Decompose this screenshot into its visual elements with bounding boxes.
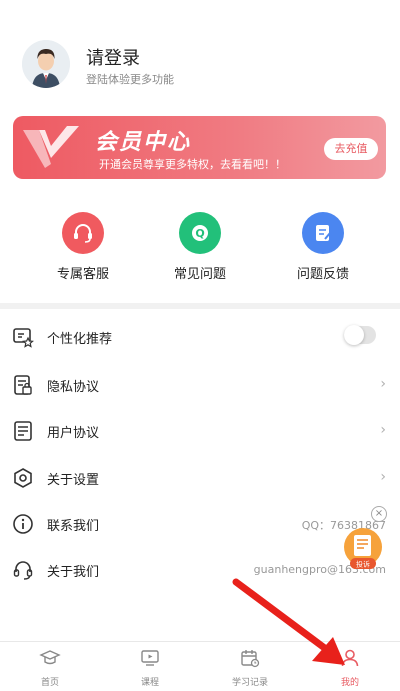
vip-title: 会员中心 [95,130,192,155]
quick-action-faq[interactable]: Q 常见问题 [155,212,245,282]
tab-course[interactable]: 课程 [100,648,200,688]
settings-row-personalized[interactable]: 个性化推荐 [0,314,400,360]
login-title[interactable]: 请登录 [86,44,140,70]
settings-row-about-settings[interactable]: 关于设置 › [0,455,400,501]
settings-row-label: 联系我们 [47,519,100,534]
personalized-toggle[interactable] [344,325,376,345]
settings-row-label: 隐私协议 [47,380,100,395]
settings-hexagon-icon [14,468,32,488]
tab-label: 首页 [40,678,59,688]
headset-icon [62,212,104,254]
tab-label: 我的 [340,678,359,688]
tab-label: 学习记录 [231,678,268,688]
complaint-float-widget[interactable]: 投诉 [342,527,384,571]
chevron-right-icon: › [380,376,386,392]
settings-row-privacy[interactable]: 隐私协议 › [0,362,400,408]
close-icon[interactable]: × [371,506,387,522]
settings-row-contact[interactable]: 联系我们 QQ：76381867 [0,501,400,547]
settings-row-label: 个性化推荐 [47,332,113,347]
quick-actions: 专属客服 Q 常见问题 问题反馈 [0,200,400,296]
toggle-knob [344,325,364,345]
quick-action-label: 专属客服 [56,267,109,282]
section-divider [0,303,400,309]
person-icon [341,649,359,667]
chevron-right-icon: › [380,469,386,485]
settings-row-label: 用户协议 [47,426,100,441]
vip-banner[interactable]: 会员中心 开通会员尊享更多特权，去看看吧！！ 去充值 [13,116,386,179]
quick-action-label: 常见问题 [173,267,226,282]
quick-action-label: 问题反馈 [296,267,349,282]
headset-outline-icon [13,561,33,580]
bottom-tab-bar: 首页 课程 学习记录 我的 [0,641,400,691]
quick-action-feedback[interactable]: 问题反馈 [278,212,368,282]
feedback-doc-icon [302,212,344,254]
settings-row-label: 关于设置 [47,473,100,488]
chevron-right-icon: › [380,422,386,438]
tab-mine[interactable]: 我的 [300,648,400,688]
calendar-record-icon [241,650,260,668]
personalize-icon [13,328,34,348]
complaint-label: 投诉 [356,560,370,569]
settings-row-label: 关于我们 [47,565,100,580]
tab-study-record[interactable]: 学习记录 [200,648,300,688]
quick-action-support[interactable]: 专属客服 [38,212,128,282]
privacy-doc-icon [14,375,32,395]
login-subtitle: 登陆体验更多功能 [86,73,174,86]
course-monitor-icon [141,650,159,666]
user-agreement-icon [14,421,32,441]
svg-text:Q: Q [195,227,204,240]
profile-header[interactable]: 请登录 登陆体验更多功能 [0,0,400,110]
vip-v-logo-icon [23,126,79,168]
tab-label: 课程 [140,678,159,688]
recharge-button[interactable]: 去充值 [324,138,378,160]
settings-row-user-agreement[interactable]: 用户协议 › [0,408,400,454]
vip-subtitle: 开通会员尊享更多特权，去看看吧！！ [99,158,286,171]
question-bubble-icon: Q [179,212,221,254]
avatar[interactable] [22,40,70,88]
settings-row-about-us[interactable]: 关于我们 guanhengpro@163.com [0,547,400,593]
home-graduation-icon [39,650,61,665]
tab-home[interactable]: 首页 [0,648,100,688]
info-icon [13,514,33,534]
